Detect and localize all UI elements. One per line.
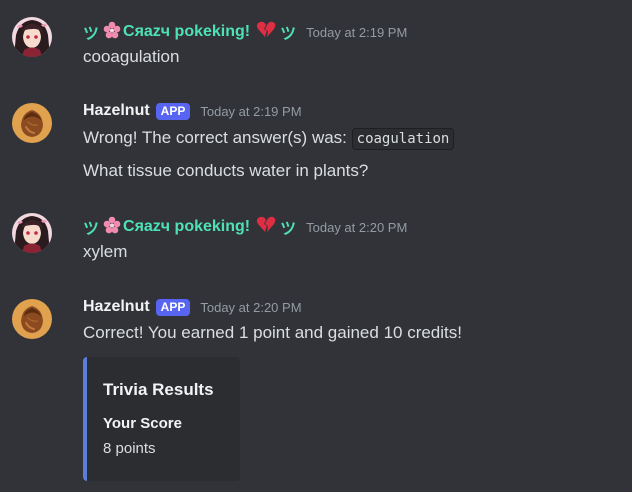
message-header: ツ Cяazч pokeking! ツ Toda	[83, 21, 407, 43]
bot-avatar[interactable]	[12, 299, 52, 339]
inline-code: coagulation	[351, 128, 455, 150]
embed-title: Trivia Results	[103, 380, 214, 399]
timestamp[interactable]: Today at 2:19 PM	[306, 25, 407, 40]
message-header: Hazelnut APP Today at 2:19 PM	[83, 100, 302, 122]
author-suffix: ツ	[280, 26, 297, 43]
cherry-blossom-icon	[103, 216, 121, 239]
message-header: Hazelnut APP Today at 2:20 PM	[83, 296, 302, 318]
broken-heart-icon	[256, 216, 276, 239]
question-text: What tissue conducts water in plants?	[83, 161, 369, 180]
answer-text: Wrong! The correct answer(s) was:	[83, 128, 347, 147]
broken-heart-icon	[256, 21, 276, 44]
author-name[interactable]: Hazelnut	[83, 102, 150, 120]
message-text: Correct! You earned 1 point and gained 1…	[83, 323, 462, 342]
user-avatar[interactable]	[12, 213, 52, 253]
hazelnut-icon	[12, 299, 52, 339]
embed-field-name: Your Score	[103, 415, 182, 432]
message-1: ツ Cяazч pokeking! ツ Today at 2:19 PM coo…	[0, 0, 632, 90]
message-2: Hazelnut APP Today at 2:19 PM Wrong! The…	[0, 90, 632, 200]
message-text: xylem	[83, 242, 128, 261]
message-header: ツ Cяazч pokeking! ツ Toda	[83, 216, 407, 238]
author-suffix: ツ	[280, 221, 297, 238]
author-name[interactable]: Cяazч pokeking!	[123, 218, 250, 236]
timestamp[interactable]: Today at 2:19 PM	[200, 104, 301, 119]
embed-field-value: 8 points	[103, 440, 156, 457]
author-prefix: ツ	[83, 26, 100, 43]
hazelnut-icon	[12, 103, 52, 143]
anime-avatar-icon	[12, 213, 52, 253]
anime-avatar-icon	[12, 17, 52, 57]
chat-messages: ツ Cяazч pokeking! ツ Today at 2:19 PM coo…	[0, 0, 632, 492]
message-3: ツ Cяazч pokeking! ツ Today at 2:20 PM xyl…	[0, 200, 632, 290]
message-text: Wrong! The correct answer(s) was: coagul…	[83, 128, 455, 150]
trivia-results-embed: Trivia Results Your Score 8 points	[83, 357, 240, 481]
app-badge: APP	[155, 298, 191, 316]
user-avatar[interactable]	[12, 17, 52, 57]
author-name[interactable]: Hazelnut	[83, 298, 150, 316]
app-badge: APP	[155, 102, 191, 120]
author-prefix: ツ	[83, 221, 100, 238]
bot-avatar[interactable]	[12, 103, 52, 143]
timestamp[interactable]: Today at 2:20 PM	[200, 300, 301, 315]
author-name[interactable]: Cяazч pokeking!	[123, 23, 250, 41]
timestamp[interactable]: Today at 2:20 PM	[306, 220, 407, 235]
cherry-blossom-icon	[103, 21, 121, 44]
message-text: cooagulation	[83, 47, 180, 66]
